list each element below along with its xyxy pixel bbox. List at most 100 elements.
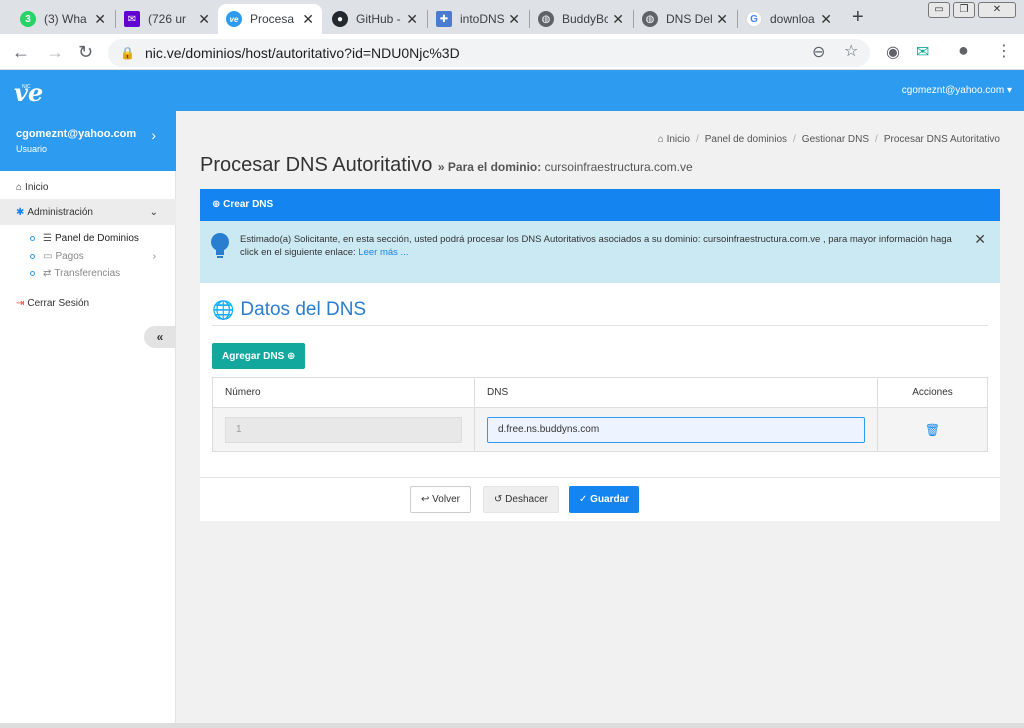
divider [200,477,1000,478]
divider [212,325,988,326]
chevron-right-icon: › [152,250,156,262]
close-tab-icon[interactable]: ✕ [508,11,520,28]
gear-icon: ✱ [16,206,25,218]
close-alert-icon[interactable]: ✕ [974,232,986,246]
lightbulb-icon [211,233,229,258]
breadcrumb-gestionar-dns[interactable]: Gestionar DNS [802,134,869,145]
app-header [0,70,1024,111]
tab-title: Procesa [250,12,295,26]
guardar-button[interactable]: ✓ Guardar [569,486,640,513]
nic-ve-logo[interactable]: ve [14,78,43,107]
sidebar-user-card[interactable]: cgomeznt@yahoo.com Usuario › [0,111,176,171]
tab-title: DNS Del [666,12,712,26]
nic-logo-label: NIC [22,84,31,90]
tab-title: GitHub - [356,12,401,26]
browser-tab-buddybc[interactable]: ◍ BuddyBc ✕ [530,4,632,34]
browser-tab-procesar-active[interactable]: ve Procesa ✕ [218,4,322,34]
sidebar-item-pagos[interactable]: ▭ Pagos › [0,248,176,264]
reload-icon[interactable]: ↻ [78,42,93,63]
section-title: 🌐 Datos del DNS [212,299,366,321]
tab-title: intoDNS [460,12,505,26]
agregar-dns-button[interactable]: Agregar DNS ⊕ [212,343,306,369]
table-row: 🗑 [212,407,988,452]
page-subtitle-prefix: » Para el dominio: [437,160,542,174]
volver-button[interactable]: ↩ Volver [410,486,471,513]
new-tab-button[interactable]: + [852,6,864,29]
trash-icon[interactable]: 🗑 [925,423,940,437]
restore-window-icon[interactable]: ❐ [953,2,975,18]
sidebar-item-panel-dominios[interactable]: ☰ Panel de Dominios [0,230,176,246]
browser-tab-google[interactable]: G downloa ✕ [738,4,840,34]
user-menu[interactable]: cgomeznt@yahoo.com ▾ [902,85,1012,96]
status-strip [0,723,1024,728]
sidebar-item-transferencias[interactable]: ⇄ Transferencias [0,265,176,281]
browser-tab-yahoo-mail[interactable]: ✉ (726 ur ✕ [116,4,218,34]
page-title-text: Procesar DNS Autoritativo [200,154,433,176]
bullet-icon [30,253,35,259]
close-tab-icon[interactable]: ✕ [716,11,728,28]
sidebar-collapse-button[interactable]: « [144,326,176,348]
sidebar-item-inicio[interactable]: ⌂ Inicio [0,179,176,195]
intodns-icon: ✚ [436,11,452,27]
lock-icon: 🔒 [120,46,135,60]
undo-icon: ↺ [494,494,503,505]
close-tab-icon[interactable]: ✕ [820,11,832,28]
breadcrumb-panel-dominios[interactable]: Panel de dominios [705,134,787,145]
close-window-icon[interactable]: ✕ [978,2,1016,18]
browser-tab-dns-del[interactable]: ◍ DNS Del ✕ [634,4,736,34]
money-icon: ▭ [43,250,53,262]
bookmark-star-icon[interactable]: ☆ [844,41,858,61]
dns-table: Número DNS Acciones 🗑 [212,377,988,452]
close-tab-icon[interactable]: ✕ [302,11,314,28]
page-domain: cursoinfraestructura.com.ve [544,160,693,174]
sidebar-item-label: Panel de Dominios [54,232,139,244]
extension-icon[interactable]: ◉ [886,42,900,62]
panel-header-title: Crear DNS [223,199,274,210]
extension-mail-icon[interactable]: ✉ [916,42,929,62]
tab-title: BuddyBc [562,12,608,26]
nic-ve-icon: ve [226,11,242,27]
address-bar[interactable]: 🔒 nic.ve/dominios/host/autoritativo?id=N… [108,39,870,67]
dns-input[interactable] [487,416,865,443]
bullet-icon [30,235,35,241]
chevron-right-icon: › [151,127,156,143]
sidebar-item-cerrar-sesion[interactable]: ⇥ Cerrar Sesión [0,295,176,311]
back-arrow-icon[interactable]: ← [12,42,30,63]
browser-tab-whatsapp[interactable]: 3 (3) Wha ✕ [12,4,114,34]
browser-tab-bar: 3 (3) Wha ✕ ✉ (726 ur ✕ ve Procesa ✕ ● G… [0,0,1024,34]
leer-mas-link[interactable]: Leer más ... [358,247,408,258]
profile-icon[interactable]: ● [958,40,969,61]
sidebar-item-label: Transferencias [54,267,121,279]
sidebar-item-label: Administración [27,206,93,218]
close-tab-icon[interactable]: ✕ [94,11,106,28]
crear-dns-panel: ⊕ Crear DNS Estimado(a) Solicitante, en … [200,189,1000,521]
tab-title: (726 ur [148,12,187,26]
home-icon: ⌂ [657,134,664,145]
col-numero-header: Número [212,377,475,408]
page-title: Procesar DNS Autoritativo » Para el domi… [200,154,693,177]
browser-tab-github[interactable]: ● GitHub - ✕ [324,4,426,34]
close-tab-icon[interactable]: ✕ [198,11,210,28]
github-icon: ● [332,11,348,27]
list-icon: ☰ [43,232,52,244]
home-icon: ⌂ [16,181,23,193]
close-tab-icon[interactable]: ✕ [612,11,624,28]
info-alert: Estimado(a) Solicitante, en esta sección… [200,221,1000,283]
transfer-icon: ⇄ [43,267,52,279]
browser-tab-intodns[interactable]: ✚ intoDNS ✕ [428,4,528,34]
menu-kebab-icon[interactable]: ⋮ [996,41,1012,61]
breadcrumb: ⌂ Inicio / Panel de dominios / Gestionar… [657,134,1000,145]
deshacer-button[interactable]: ↺ Deshacer [483,486,559,513]
zoom-icon[interactable]: ⊖ [812,42,825,62]
close-tab-icon[interactable]: ✕ [406,11,418,28]
bullet-icon [30,270,35,276]
minimize-window-icon[interactable]: ▭ [928,2,950,18]
check-icon: ✓ [579,494,588,505]
col-acciones-header: Acciones [877,377,988,408]
sidebar-item-label: Pagos [55,250,84,262]
breadcrumb-home[interactable]: ⌂ Inicio [658,134,690,145]
reply-arrow-icon: ↩ [421,494,430,505]
sidebar-item-administracion[interactable]: ✱ Administración ⌄ [0,199,176,225]
numero-input [225,416,462,443]
forward-arrow-icon[interactable]: → [46,42,64,63]
